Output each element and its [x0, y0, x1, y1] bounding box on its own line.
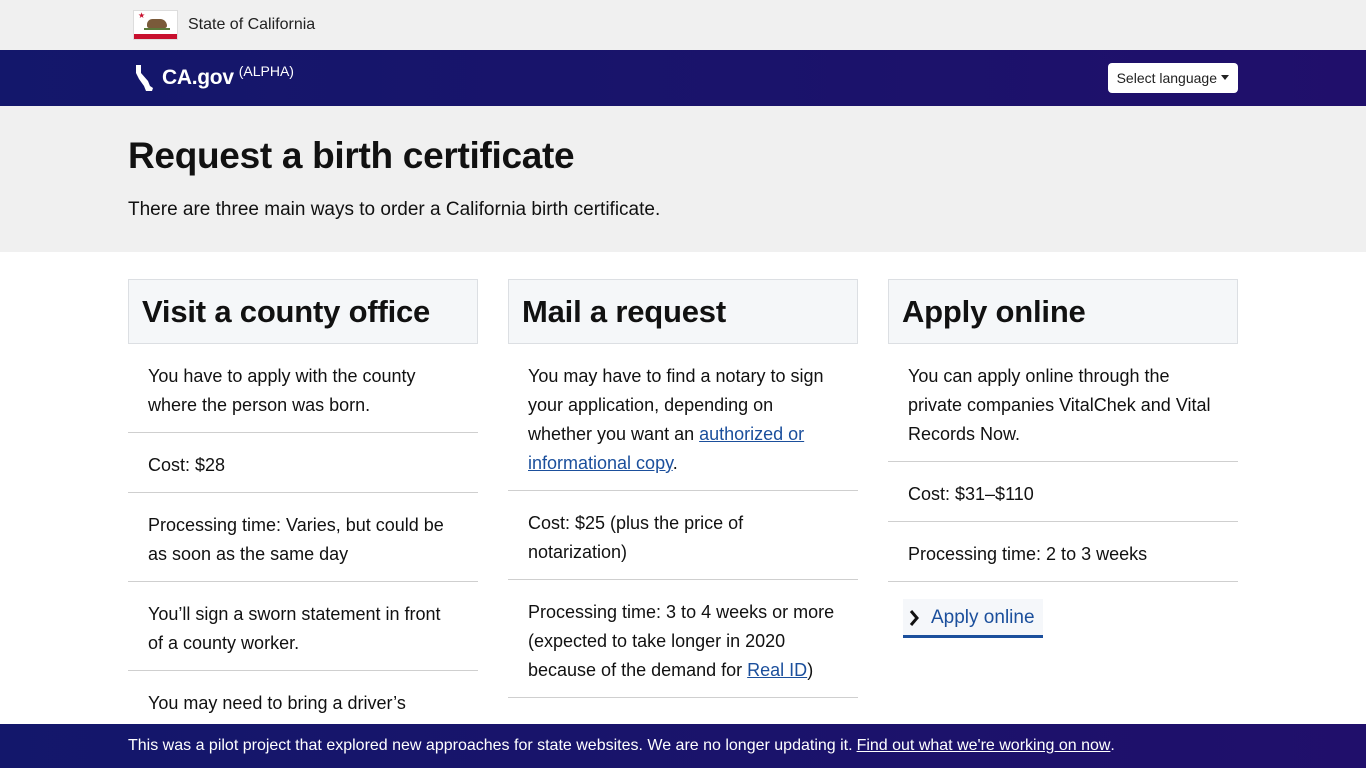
- select-language-label: Select language: [1116, 70, 1217, 86]
- california-flag-icon: ★: [133, 10, 178, 40]
- card-item-cost: Cost: $31–$110: [888, 462, 1238, 522]
- cagov-home-link[interactable]: CA.gov (ALPHA): [128, 63, 294, 92]
- working-on-now-link[interactable]: Find out what we're working on now: [857, 737, 1111, 755]
- card-item-cost: Cost: $28: [128, 433, 478, 493]
- card-title: Visit a county office: [142, 293, 431, 329]
- card-item: You may have to find a notary to sign yo…: [508, 344, 858, 491]
- card-county-office: Visit a county office You have to apply …: [128, 279, 478, 760]
- brand-name: CA.gov: [162, 66, 234, 89]
- select-language-button[interactable]: Select language: [1107, 63, 1238, 93]
- card-item-cost: Cost: $25 (plus the price of notarizatio…: [508, 491, 858, 580]
- state-name: State of California: [188, 16, 316, 33]
- utility-bar: ★ State of California: [0, 0, 1366, 50]
- card-header: Mail a request: [508, 279, 858, 344]
- apply-online-button[interactable]: Apply online: [903, 599, 1043, 638]
- card-header: Apply online: [888, 279, 1238, 344]
- card-item-processing-time: Processing time: 3 to 4 weeks or more (e…: [508, 580, 858, 698]
- california-state-icon: [136, 65, 153, 91]
- caret-down-icon: [1221, 74, 1229, 80]
- card-title: Apply online: [902, 293, 1086, 329]
- banner-text: This was a pilot project that explored n…: [128, 737, 853, 754]
- banner-end: .: [1110, 737, 1115, 754]
- card-item: You can apply online through the private…: [888, 344, 1238, 462]
- page-lead: There are three main ways to order a Cal…: [128, 198, 661, 220]
- card-mail-request: Mail a request You may have to find a no…: [508, 279, 858, 760]
- hero: Request a birth certificate There are th…: [0, 106, 1366, 252]
- real-id-link[interactable]: Real ID: [747, 660, 807, 680]
- brand-tag: (ALPHA): [238, 63, 294, 79]
- card-item-processing-time: Processing time: 2 to 3 weeks: [888, 522, 1238, 582]
- pilot-project-banner: This was a pilot project that explored n…: [0, 724, 1366, 768]
- card-item-end: ): [807, 660, 814, 680]
- card-title: Mail a request: [522, 293, 726, 329]
- card-header: Visit a county office: [128, 279, 478, 344]
- options-cards: Visit a county office You have to apply …: [128, 279, 1238, 760]
- card-item: You’ll sign a sworn statement in front o…: [128, 582, 478, 671]
- site-header: CA.gov (ALPHA) Select language: [0, 50, 1366, 106]
- apply-online-label: Apply online: [931, 607, 1035, 628]
- card-item-processing-time: Processing time: Varies, but could be as…: [128, 493, 478, 582]
- card-item-end: .: [672, 453, 678, 473]
- card-apply-online: Apply online You can apply online throug…: [888, 279, 1238, 760]
- card-item: You have to apply with the county where …: [128, 344, 478, 433]
- chevron-right-icon: [909, 610, 919, 626]
- page-title: Request a birth certificate: [128, 135, 575, 176]
